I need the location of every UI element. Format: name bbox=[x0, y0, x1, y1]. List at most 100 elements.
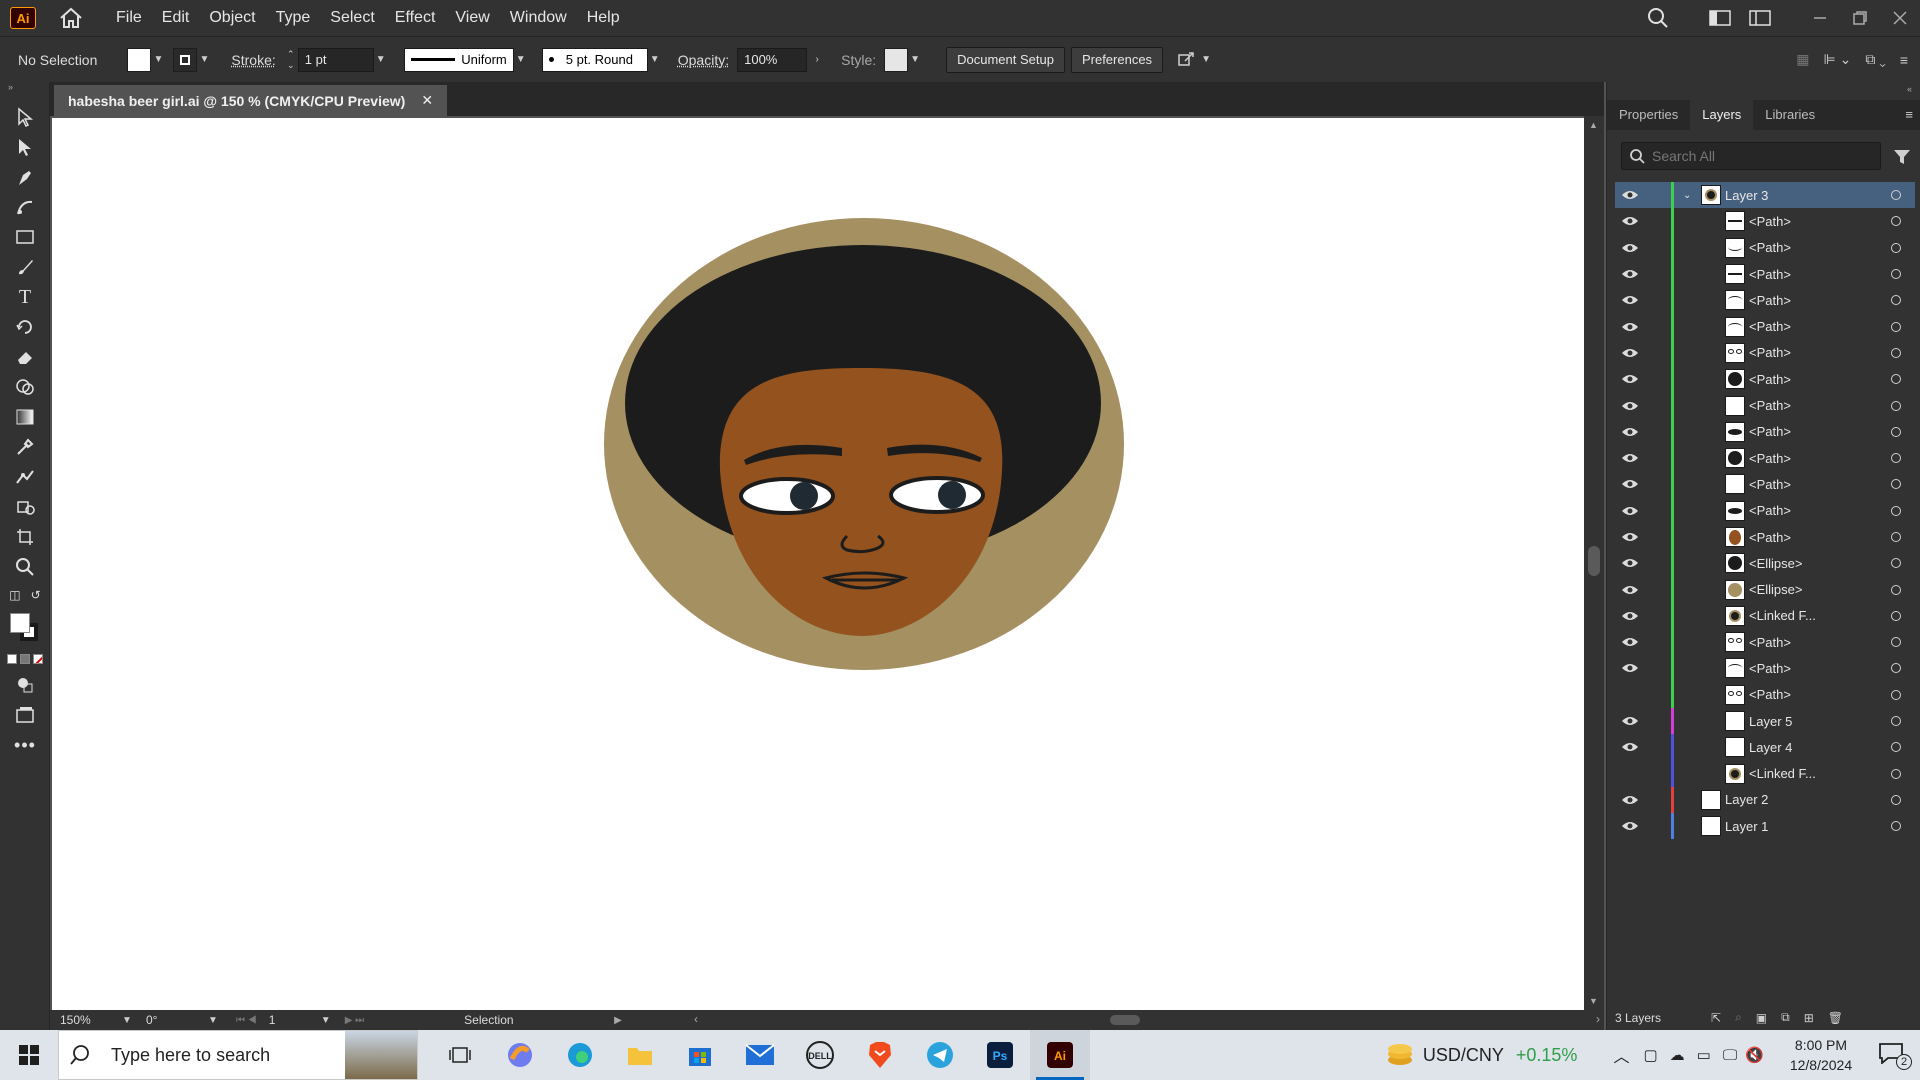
telegram-icon[interactable] bbox=[910, 1030, 970, 1080]
horizontal-scrollbar[interactable]: ‹ › bbox=[690, 1010, 1604, 1030]
layer-name[interactable]: <Path> bbox=[1749, 267, 1791, 282]
artboard-dropdown-icon[interactable]: ▼ bbox=[319, 1013, 333, 1027]
opacity-label[interactable]: Opacity: bbox=[678, 52, 729, 68]
layer-row[interactable]: <Path> bbox=[1615, 471, 1915, 498]
menu-file[interactable]: File bbox=[106, 0, 152, 36]
fill-dropdown-icon[interactable]: ▼ bbox=[151, 53, 165, 67]
menu-effect[interactable]: Effect bbox=[385, 0, 446, 36]
visibility-eye-icon[interactable] bbox=[1621, 426, 1639, 438]
status-menu-icon[interactable]: ▶ bbox=[614, 1015, 622, 1026]
eraser-tool-icon[interactable] bbox=[0, 342, 50, 372]
rectangle-tool-icon[interactable] bbox=[0, 222, 50, 252]
layer-name[interactable]: Layer 3 bbox=[1725, 188, 1768, 203]
layer-row[interactable]: <Path> bbox=[1615, 208, 1915, 235]
tab-properties[interactable]: Properties bbox=[1607, 100, 1690, 130]
gradient-tool-icon[interactable] bbox=[0, 402, 50, 432]
layer-row[interactable]: Layer 5 bbox=[1615, 707, 1915, 735]
tab-libraries[interactable]: Libraries bbox=[1753, 100, 1827, 130]
document-tab[interactable]: habesha beer girl.ai @ 150 % (CMYK/CPU P… bbox=[54, 85, 448, 116]
left-eye-white[interactable] bbox=[739, 477, 835, 515]
artboard-number[interactable]: 1 bbox=[269, 1013, 319, 1027]
scroll-down-icon[interactable]: ▼ bbox=[1589, 996, 1598, 1006]
export-icon[interactable]: ⇱ bbox=[1711, 1011, 1721, 1025]
layer-name[interactable]: Layer 4 bbox=[1749, 740, 1792, 755]
close-window-icon[interactable] bbox=[1880, 0, 1920, 36]
layer-row[interactable]: <Path> bbox=[1615, 260, 1915, 288]
battery-icon[interactable]: ▭ bbox=[1697, 1046, 1711, 1064]
curvature-tool-icon[interactable] bbox=[0, 192, 50, 222]
visibility-eye-icon[interactable] bbox=[1621, 452, 1639, 464]
layer-name[interactable]: <Linked F... bbox=[1749, 608, 1816, 623]
target-circle-icon[interactable] bbox=[1891, 242, 1901, 253]
target-circle-icon[interactable] bbox=[1891, 742, 1901, 753]
layer-name[interactable]: Layer 2 bbox=[1725, 792, 1768, 807]
layer-row[interactable]: Layer 1 bbox=[1615, 813, 1915, 840]
layer-row[interactable]: <Path> bbox=[1615, 497, 1915, 524]
restore-icon[interactable] bbox=[1840, 0, 1880, 36]
visibility-eye-icon[interactable] bbox=[1621, 636, 1639, 648]
meet-now-icon[interactable]: ▢ bbox=[1643, 1046, 1657, 1064]
menu-type[interactable]: Type bbox=[266, 0, 321, 36]
file-explorer-icon[interactable] bbox=[610, 1030, 670, 1080]
scroll-up-icon[interactable]: ▲ bbox=[1589, 120, 1598, 130]
visibility-eye-icon[interactable] bbox=[1621, 557, 1639, 569]
brush-select[interactable]: 5 pt. Round bbox=[541, 47, 648, 72]
collapse-panel-icon[interactable]: « bbox=[1907, 84, 1912, 94]
stroke-label[interactable]: Stroke: bbox=[231, 52, 275, 68]
edit-toolbar-icon[interactable]: ••• bbox=[0, 730, 50, 760]
search-icon[interactable] bbox=[1638, 0, 1678, 36]
visibility-eye-icon[interactable] bbox=[1621, 268, 1639, 280]
windows-start-icon[interactable] bbox=[0, 1030, 58, 1080]
layer-name[interactable]: Layer 5 bbox=[1749, 714, 1792, 729]
stroke-dropdown-icon[interactable]: ▼ bbox=[197, 53, 211, 67]
clock[interactable]: 8:00 PM 12/8/2024 bbox=[1778, 1035, 1864, 1075]
microsoft-store-icon[interactable] bbox=[670, 1030, 730, 1080]
visibility-eye-icon[interactable] bbox=[1621, 584, 1639, 596]
visibility-eye-icon[interactable] bbox=[1621, 400, 1639, 412]
target-circle-icon[interactable] bbox=[1891, 821, 1901, 832]
layer-row[interactable]: <Path> bbox=[1615, 234, 1915, 261]
layer-row[interactable]: <Path> bbox=[1615, 523, 1915, 551]
artboard-canvas[interactable] bbox=[52, 118, 1584, 1010]
target-circle-icon[interactable] bbox=[1891, 347, 1901, 358]
arrange-documents-icon[interactable] bbox=[1740, 0, 1780, 36]
pen-tool-icon[interactable] bbox=[0, 162, 50, 192]
visibility-eye-icon[interactable] bbox=[1621, 531, 1639, 543]
artboard-tool-icon[interactable] bbox=[0, 522, 50, 552]
close-tab-icon[interactable]: ✕ bbox=[421, 92, 433, 109]
stroke-profile-select[interactable]: Uniform bbox=[403, 47, 514, 72]
visibility-eye-icon[interactable] bbox=[1621, 215, 1639, 227]
network-icon[interactable]: 🖵 bbox=[1723, 1047, 1737, 1064]
layer-row[interactable]: <Path> bbox=[1615, 366, 1915, 393]
layer-row[interactable]: ⌄ Layer 3 bbox=[1615, 182, 1915, 209]
scroll-left-icon[interactable]: ‹ bbox=[694, 1012, 698, 1026]
menu-select[interactable]: Select bbox=[320, 0, 384, 36]
layer-row[interactable]: <Ellipse> bbox=[1615, 550, 1915, 577]
more-options-icon[interactable]: ≡ bbox=[1900, 52, 1908, 68]
visibility-eye-icon[interactable] bbox=[1621, 321, 1639, 333]
type-tool-icon[interactable]: T bbox=[0, 282, 50, 312]
currency-widget[interactable]: USD/CNY +0.15% bbox=[1385, 1042, 1577, 1068]
align-icon[interactable]: ▦ bbox=[1796, 51, 1809, 68]
zoom-tool-icon[interactable] bbox=[0, 552, 50, 582]
chevron-down-icon[interactable]: ⌄ bbox=[1683, 190, 1691, 201]
dell-icon[interactable]: DELL bbox=[790, 1030, 850, 1080]
first-artboard-icon[interactable]: ⏮ ◀ bbox=[236, 1015, 257, 1026]
symbol-sprayer-tool-icon[interactable] bbox=[0, 492, 50, 522]
zoom-level[interactable]: 150% bbox=[60, 1013, 120, 1027]
layer-name[interactable]: <Path> bbox=[1749, 240, 1791, 255]
visibility-eye-icon[interactable] bbox=[1621, 189, 1639, 201]
stroke-weight-field[interactable]: 1 pt bbox=[297, 47, 374, 72]
new-layer-icon[interactable]: ⊞ bbox=[1804, 1011, 1814, 1025]
layer-name[interactable]: <Linked F... bbox=[1749, 766, 1816, 781]
layer-name[interactable]: Layer 1 bbox=[1725, 819, 1768, 834]
taskbar-search[interactable]: Type here to search bbox=[58, 1030, 418, 1080]
shape-builder-tool-icon[interactable] bbox=[0, 372, 50, 402]
screen-mode-icon[interactable] bbox=[0, 700, 50, 730]
filter-icon[interactable] bbox=[1893, 148, 1911, 169]
transform-icon[interactable]: ⧉ ⌄ bbox=[1865, 51, 1886, 68]
layer-name[interactable]: <Ellipse> bbox=[1749, 582, 1802, 597]
home-icon[interactable] bbox=[58, 6, 84, 30]
layer-name[interactable]: <Path> bbox=[1749, 635, 1791, 650]
target-circle-icon[interactable] bbox=[1891, 584, 1901, 595]
